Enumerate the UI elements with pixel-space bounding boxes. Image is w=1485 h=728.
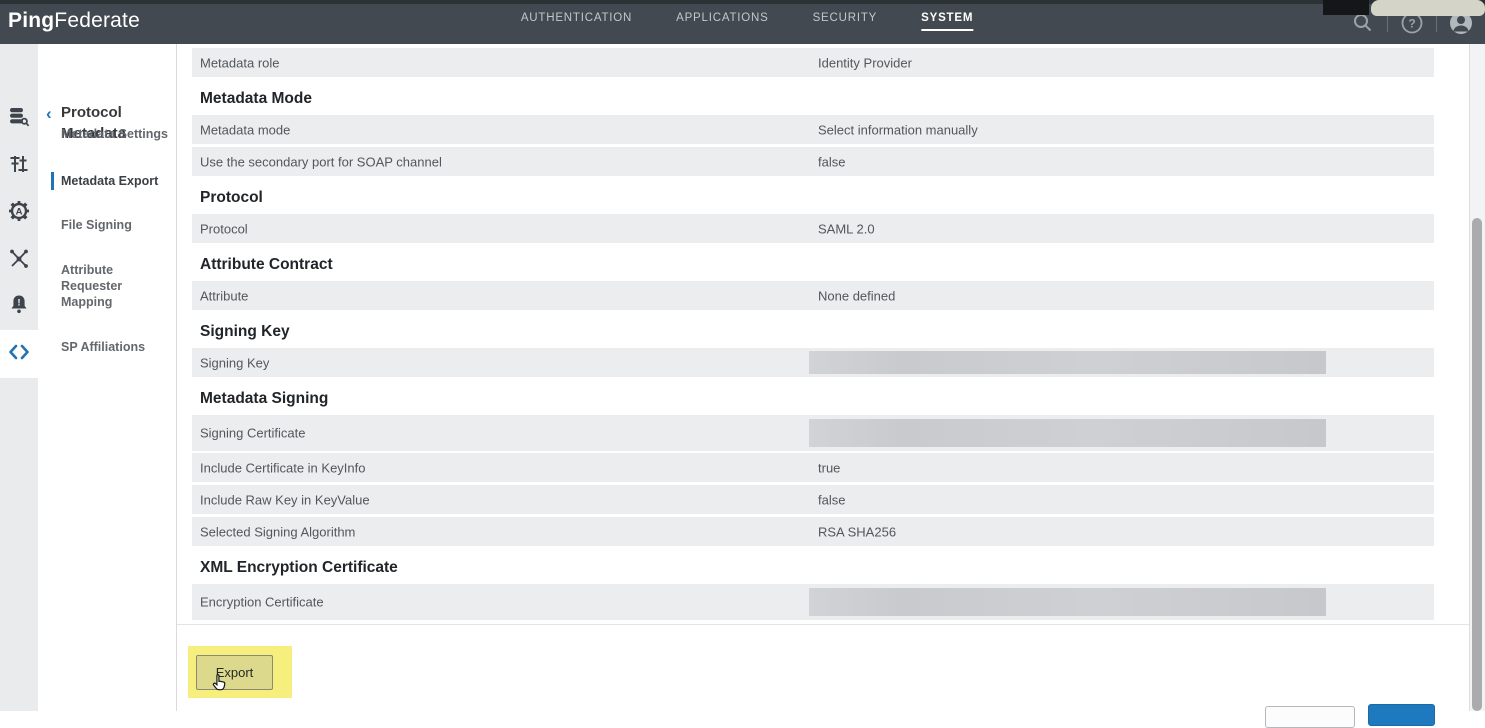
icon-rail: A ! <box>0 44 38 711</box>
row-value: RSA SHA256 <box>818 524 896 539</box>
row-label: Attribute <box>200 288 248 303</box>
summary-row: Signing Key <box>192 348 1434 377</box>
row-label: Protocol <box>200 221 248 236</box>
sliders-icon[interactable] <box>7 152 31 176</box>
datastore-key-icon[interactable] <box>7 105 31 129</box>
pingfederate-logo[interactable]: PingFederate <box>8 9 140 33</box>
alert-bell-icon[interactable]: ! <box>7 292 31 316</box>
row-label: Include Raw Key in KeyValue <box>200 492 370 507</box>
redacted-value-box <box>809 351 1326 374</box>
section-header: Metadata Signing <box>192 380 1434 415</box>
nav-item-security[interactable]: SECURITY <box>813 12 878 29</box>
network-nodes-icon[interactable] <box>7 246 31 270</box>
svg-text:?: ? <box>1408 17 1415 31</box>
footer-secondary-button[interactable] <box>1265 706 1355 728</box>
row-label: Signing Key <box>200 355 269 370</box>
metadata-summary-list: Metadata role Identity Provider Metadata… <box>192 48 1434 620</box>
row-value: true <box>818 460 840 475</box>
summary-row: Selected Signing Algorithm RSA SHA256 <box>192 517 1434 546</box>
main-nav: AUTHENTICATION APPLICATIONS SECURITY SYS… <box>521 12 973 31</box>
main-content: Metadata role Identity Provider Metadata… <box>177 44 1470 711</box>
logo-bold-text: Ping <box>8 9 54 32</box>
section-header: XML Encryption Certificate <box>192 549 1434 584</box>
sidebar-item-attribute-requester-mapping[interactable]: Attribute Requester Mapping <box>61 262 169 310</box>
redacted-value-box <box>809 419 1326 447</box>
row-value: SAML 2.0 <box>818 221 875 236</box>
section-header: Protocol <box>192 179 1434 214</box>
sidebar-item-sp-affiliations[interactable]: SP Affiliations <box>61 339 169 355</box>
row-value: Select information manually <box>818 122 978 137</box>
row-label: Use the secondary port for SOAP channel <box>200 154 442 169</box>
summary-row: Protocol SAML 2.0 <box>192 214 1434 243</box>
nav-item-system[interactable]: SYSTEM <box>921 12 973 31</box>
header-divider <box>1387 15 1388 32</box>
code-brackets-icon[interactable] <box>7 340 31 364</box>
summary-row: Include Raw Key in KeyValue false <box>192 485 1434 514</box>
top-header: PingFederate AUTHENTICATION APPLICATIONS… <box>0 0 1485 44</box>
row-value: false <box>818 492 845 507</box>
row-label: Signing Certificate <box>200 426 306 441</box>
section-header: Signing Key <box>192 313 1434 348</box>
summary-row: Include Certificate in KeyInfo true <box>192 453 1434 482</box>
row-value: Identity Provider <box>818 55 912 70</box>
section-header: Metadata Mode <box>192 80 1434 115</box>
row-value: false <box>818 154 845 169</box>
export-click-highlight: Export <box>188 646 292 698</box>
row-label: Include Certificate in KeyInfo <box>200 460 365 475</box>
gear-a-icon[interactable]: A <box>7 199 31 223</box>
active-indicator-bar <box>51 172 54 190</box>
content-divider <box>177 624 1470 625</box>
footer-primary-button[interactable] <box>1368 704 1435 726</box>
chevron-left-icon: ‹ <box>46 104 52 124</box>
summary-row: Metadata role Identity Provider <box>192 48 1434 77</box>
row-label: Metadata role <box>200 55 280 70</box>
logo-regular-text: Federate <box>54 9 140 32</box>
nav-item-authentication[interactable]: AUTHENTICATION <box>521 12 632 29</box>
row-label: Encryption Certificate <box>200 595 324 610</box>
pointer-cursor-icon <box>210 673 230 693</box>
header-divider <box>1436 15 1437 32</box>
summary-row: Signing Certificate <box>192 415 1434 451</box>
sidebar-items: Metadata Settings Metadata Export File S… <box>38 126 176 355</box>
export-button[interactable]: Export <box>196 655 273 690</box>
scrollbar-track[interactable] <box>1469 44 1485 711</box>
sidebar-item-file-signing[interactable]: File Signing <box>61 217 169 233</box>
summary-row: Use the secondary port for SOAP channel … <box>192 147 1434 176</box>
redacted-value-box <box>809 588 1326 616</box>
summary-row: Attribute None defined <box>192 281 1434 310</box>
header-top-edge <box>0 0 1485 4</box>
nav-item-applications[interactable]: APPLICATIONS <box>676 12 768 29</box>
sidebar-item-metadata-export[interactable]: Metadata Export <box>61 173 169 189</box>
sidebar-protocol-metadata: ‹ Protocol Metadata Metadata Settings Me… <box>38 44 177 711</box>
svg-text:!: ! <box>18 297 21 307</box>
summary-row: Encryption Certificate <box>192 584 1434 620</box>
row-label: Selected Signing Algorithm <box>200 524 355 539</box>
scrollbar-thumb[interactable] <box>1472 218 1482 711</box>
screen-artifact-tab <box>1371 0 1485 16</box>
screen-artifact-black <box>1323 0 1369 15</box>
row-label: Metadata mode <box>200 122 290 137</box>
svg-text:A: A <box>16 207 23 218</box>
row-value: None defined <box>818 288 895 303</box>
sidebar-item-metadata-settings[interactable]: Metadata Settings <box>61 126 169 142</box>
summary-row: Metadata mode Select information manuall… <box>192 115 1434 144</box>
section-header: Attribute Contract <box>192 246 1434 281</box>
